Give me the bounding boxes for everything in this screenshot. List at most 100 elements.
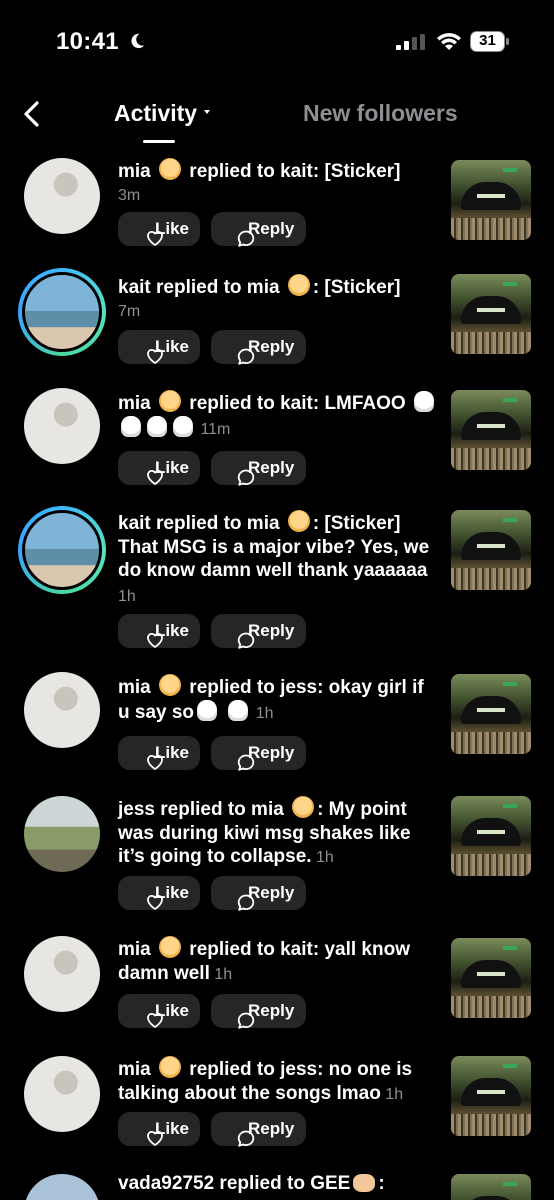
timestamp: 11m: [196, 420, 231, 438]
user-avatar[interactable]: [24, 672, 100, 748]
notification-text-part: kait replied to mia: [118, 277, 285, 298]
thumbnail-sign: [503, 804, 517, 808]
focus-moon-icon: [131, 33, 145, 49]
reply-button[interactable]: Reply: [211, 876, 306, 911]
user-avatar[interactable]: [24, 1056, 100, 1132]
thumbnail-sign: [503, 682, 517, 686]
chevron-down-icon: [204, 109, 211, 114]
tab-activity-label: Activity: [114, 100, 198, 126]
notification-text-part: [220, 702, 225, 723]
story-thumbnail[interactable]: [451, 274, 531, 354]
baby-emoji-icon: [159, 674, 182, 696]
thumbnail-crowd: [451, 448, 531, 470]
notification-text-part: mia: [118, 161, 157, 182]
thumbnail-sign: [503, 398, 517, 402]
baby-emoji-icon: [159, 158, 182, 180]
status-bar: 10:41 31: [0, 0, 554, 80]
notification-text: jess replied to mia : My point was durin…: [118, 796, 438, 870]
user-avatar[interactable]: [24, 158, 100, 234]
like-button[interactable]: Like: [118, 994, 200, 1028]
notification-text: mia replied to jess: no one is talking a…: [118, 1056, 438, 1106]
avatar-photo: [22, 510, 102, 590]
user-avatar[interactable]: [24, 936, 100, 1012]
reply-label: Reply: [248, 219, 295, 238]
user-avatar[interactable]: [24, 1174, 100, 1200]
reply-label: Reply: [248, 621, 295, 640]
thumbnail-crowd: [451, 854, 531, 876]
story-thumbnail[interactable]: [451, 160, 531, 240]
battery-level: 31: [479, 32, 496, 49]
reply-button[interactable]: Reply: [211, 212, 306, 247]
thumbnail-crowd: [451, 568, 531, 590]
status-time: 10:41: [56, 28, 119, 55]
reply-label: Reply: [248, 337, 295, 356]
like-label: Like: [155, 337, 190, 356]
back-chevron-icon[interactable]: [20, 100, 44, 128]
thumbnail-screen: [477, 194, 505, 198]
notification-text-part: mia: [118, 393, 157, 414]
reply-button[interactable]: Reply: [211, 1112, 306, 1147]
activity-feed[interactable]: mia replied to kait: [Sticker] 3m Like Repl…: [0, 150, 554, 1200]
skull-emoji-icon: [173, 415, 193, 437]
tab-new-followers[interactable]: New followers: [303, 100, 458, 127]
like-label: Like: [155, 621, 190, 640]
thumbnail-crowd: [451, 332, 531, 354]
timestamp: 1h: [118, 587, 136, 605]
reply-button[interactable]: Reply: [211, 330, 306, 365]
notification-text-part: vada92752 replied to GEE: [118, 1173, 351, 1194]
thumbnail-screen: [477, 830, 505, 834]
notification-text-part: replied to kait: [Sticker]: [184, 161, 401, 182]
thumbnail-screen: [477, 708, 505, 712]
cellular-signal-icon: [396, 34, 425, 50]
like-button[interactable]: Like: [118, 614, 200, 648]
active-tab-indicator: [143, 140, 175, 143]
user-avatar[interactable]: [18, 506, 106, 594]
like-label: Like: [155, 1001, 190, 1020]
baby-emoji-icon: [159, 1056, 182, 1078]
like-label: Like: [155, 883, 190, 902]
like-button[interactable]: Like: [118, 212, 200, 246]
baby-emoji-icon: [287, 510, 310, 532]
user-avatar[interactable]: [18, 268, 106, 356]
reply-button[interactable]: Reply: [211, 614, 306, 649]
user-avatar[interactable]: [24, 796, 100, 872]
notification-text: mia replied to kait: LMFAOO 11m: [118, 390, 438, 441]
notification-text: mia replied to kait: yall know damn well…: [118, 936, 438, 986]
thumbnail-screen: [477, 972, 505, 976]
story-thumbnail[interactable]: [451, 390, 531, 470]
story-thumbnail[interactable]: [451, 1056, 531, 1136]
thumbnail-sign: [503, 168, 517, 172]
thumbnail-crowd: [451, 996, 531, 1018]
notification-text-part: mia: [118, 939, 157, 960]
story-thumbnail[interactable]: [451, 1174, 531, 1200]
reply-label: Reply: [248, 1119, 295, 1138]
reply-button[interactable]: Reply: [211, 451, 306, 486]
thumbnail-sign: [503, 946, 517, 950]
notification-text-part: kait replied to mia: [118, 513, 285, 534]
like-button[interactable]: Like: [118, 451, 200, 485]
tab-activity[interactable]: Activity: [114, 100, 211, 127]
story-thumbnail[interactable]: [451, 510, 531, 590]
reply-button[interactable]: Reply: [211, 736, 306, 771]
notification-text: mia replied to kait: [Sticker] 3m: [118, 158, 438, 207]
thumbnail-sign: [503, 1064, 517, 1068]
like-button[interactable]: Like: [118, 1112, 200, 1146]
story-thumbnail[interactable]: [451, 796, 531, 876]
skull-emoji-icon: [414, 391, 434, 412]
notification-text: vada92752 replied to GEE:: [118, 1172, 438, 1196]
like-button[interactable]: Like: [118, 736, 200, 770]
skull-emoji-icon: [197, 699, 218, 721]
story-thumbnail[interactable]: [451, 938, 531, 1018]
thumbnail-screen: [477, 424, 505, 428]
avatar-photo: [22, 272, 102, 352]
like-label: Like: [155, 1119, 190, 1138]
reply-button[interactable]: Reply: [211, 994, 306, 1029]
reply-label: Reply: [248, 743, 295, 762]
like-button[interactable]: Like: [118, 330, 200, 364]
like-button[interactable]: Like: [118, 876, 200, 910]
battery-icon: 31: [470, 31, 510, 52]
story-thumbnail[interactable]: [451, 674, 531, 754]
reply-label: Reply: [248, 1001, 295, 1020]
user-avatar[interactable]: [24, 388, 100, 464]
reply-label: Reply: [248, 883, 295, 902]
